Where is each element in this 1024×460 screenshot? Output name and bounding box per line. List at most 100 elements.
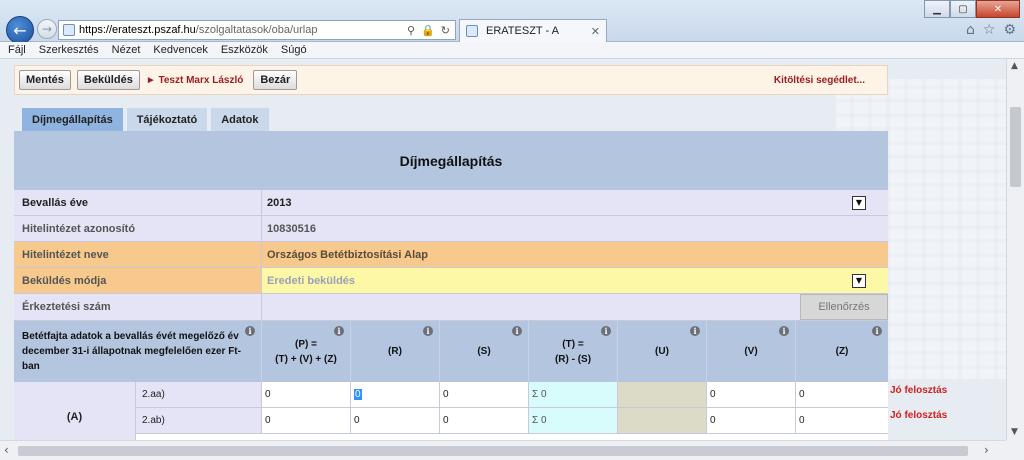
tab-page-icon xyxy=(466,25,478,37)
col-header-z: (Z) i xyxy=(796,321,888,382)
institution-name-label: Hitelintézet neve xyxy=(14,242,262,267)
helper-link[interactable]: Kitöltési segédlet... xyxy=(774,75,865,86)
year-dropdown-icon[interactable]: ▼ xyxy=(852,195,866,210)
tab-information[interactable]: Tájékoztató xyxy=(126,108,208,131)
tab-data[interactable]: Adatok xyxy=(211,108,269,131)
cell-v[interactable]: 0 xyxy=(707,408,796,433)
cell-v[interactable]: 0 xyxy=(707,382,796,407)
year-row: Bevallás éve 2013 ▼ xyxy=(14,190,888,216)
tab-close-icon[interactable]: ✕ xyxy=(591,25,600,38)
close-button[interactable]: Bezár xyxy=(253,70,298,90)
menu-view[interactable]: Nézet xyxy=(112,44,141,56)
section-a-label: (A) xyxy=(14,382,136,440)
scroll-left-icon[interactable]: ‹ xyxy=(4,443,9,457)
info-icon[interactable]: i xyxy=(872,326,882,336)
info-icon[interactable]: i xyxy=(512,326,522,336)
horizontal-scrollbar[interactable]: ‹ › xyxy=(0,440,1006,460)
favorites-star-icon[interactable]: ☆ xyxy=(983,22,996,38)
horizontal-scroll-thumb[interactable] xyxy=(18,446,968,456)
scroll-down-icon[interactable]: ▼ xyxy=(1011,427,1018,437)
info-icon[interactable]: i xyxy=(245,326,255,336)
form-title: Díjmegállapítás xyxy=(14,131,888,190)
browser-tool-icons: ⌂ ☆ ⚙ xyxy=(966,22,1016,38)
col-header-v: (V) i xyxy=(707,321,796,382)
cell-t-sum: Σ 0 xyxy=(529,382,618,407)
menu-help[interactable]: Súgó xyxy=(281,44,307,56)
info-icon[interactable]: i xyxy=(601,326,611,336)
home-icon[interactable]: ⌂ xyxy=(966,22,975,38)
cell-u-disabled xyxy=(618,382,707,407)
col-header-t: (T) = (R) - (S) i xyxy=(529,321,618,382)
lock-icon[interactable]: 🔒 xyxy=(421,24,435,37)
browser-titlebar: ← → https://erateszt.pszaf.hu/szolgaltat… xyxy=(0,0,1024,44)
cell-p[interactable]: 0 xyxy=(262,382,351,407)
minimize-icon[interactable]: ▁ xyxy=(924,0,950,18)
scroll-right-icon[interactable]: › xyxy=(984,443,989,457)
back-arrow-icon[interactable]: ← xyxy=(6,16,34,44)
cell-t-sum: Σ 0 xyxy=(529,408,618,433)
settings-gear-icon[interactable]: ⚙ xyxy=(1003,22,1016,38)
window-controls: ▁ ▢ ✕ xyxy=(924,0,1020,18)
check-button[interactable]: Ellenőrzés xyxy=(800,294,888,320)
scroll-corner xyxy=(1006,440,1024,460)
close-window-icon[interactable]: ✕ xyxy=(976,0,1020,18)
submit-button[interactable]: Beküldés xyxy=(76,70,140,90)
status-message: Jó felosztás xyxy=(890,410,948,421)
status-message: Jó felosztás xyxy=(890,385,948,396)
scroll-up-icon[interactable]: ▲ xyxy=(1011,61,1018,71)
institution-id-row: Hitelintézet azonosító 10830516 xyxy=(14,216,888,242)
menu-favorites[interactable]: Kedvencek xyxy=(153,44,207,56)
refresh-icon[interactable]: ↻ xyxy=(441,24,450,37)
mode-dropdown-icon[interactable]: ▼ xyxy=(852,273,866,288)
institution-id-value: 10830516 xyxy=(262,216,888,241)
row-code: 2.ab) xyxy=(136,408,262,433)
menu-file[interactable]: Fájl xyxy=(8,44,26,56)
row-code: 2.aa) xyxy=(136,382,262,407)
cell-u-disabled xyxy=(618,408,707,433)
year-value: 2013 xyxy=(267,196,292,209)
maximize-icon[interactable]: ▢ xyxy=(950,0,976,18)
submission-mode-value: Eredeti beküldés xyxy=(267,274,356,287)
cell-r[interactable]: 0 xyxy=(351,408,440,433)
vertical-scroll-thumb[interactable] xyxy=(1010,107,1021,187)
cell-p[interactable]: 0 xyxy=(262,408,351,433)
cell-s[interactable]: 0 xyxy=(440,382,529,407)
col-header-s: (S) i xyxy=(440,321,529,382)
table-row: 2.aa) 0 0 0 Σ 0 0 0 xyxy=(136,382,888,408)
cell-r[interactable]: 0 xyxy=(351,382,440,407)
col-header-p: (P) = (T) + (V) + (Z) i xyxy=(262,321,351,382)
cell-z[interactable]: 0 xyxy=(796,408,888,433)
cell-s[interactable]: 0 xyxy=(440,408,529,433)
institution-name-value: Országos Betétbiztosítási Alap xyxy=(262,242,888,267)
menu-edit[interactable]: Szerkesztés xyxy=(39,44,99,56)
form-panel: Díjmegállapítás Bevallás éve 2013 ▼ Hite… xyxy=(14,131,888,440)
menu-bar: Fájl Szerkesztés Nézet Kedvencek Eszközö… xyxy=(0,42,1024,59)
forward-arrow-icon[interactable]: → xyxy=(37,19,57,39)
menu-tools[interactable]: Eszközök xyxy=(221,44,268,56)
institution-name-row: Hitelintézet neve Országos Betétbiztosít… xyxy=(14,242,888,268)
save-button[interactable]: Mentés xyxy=(19,70,71,90)
info-icon[interactable]: i xyxy=(423,326,433,336)
cell-z[interactable]: 0 xyxy=(796,382,888,407)
url-text[interactable]: https://erateszt.pszaf.hu/szolgaltatasok… xyxy=(79,24,317,36)
user-label: ► Teszt Marx László xyxy=(145,74,244,86)
institution-id-label: Hitelintézet azonosító xyxy=(14,216,262,241)
page-icon xyxy=(63,24,75,36)
info-icon[interactable]: i xyxy=(690,326,700,336)
grid-first-header: Betétfajta adatok a bevallás évét megelő… xyxy=(14,321,262,382)
form-tabs: Díjmegállapítás Tájékoztató Adatok xyxy=(22,108,269,131)
vertical-scrollbar[interactable]: ▲ ▼ xyxy=(1006,59,1024,440)
address-bar[interactable]: https://erateszt.pszaf.hu/szolgaltatasok… xyxy=(58,20,456,40)
registration-number-label: Érkeztetési szám xyxy=(14,294,262,320)
info-icon[interactable]: i xyxy=(334,326,344,336)
table-row: 2.ab) 0 0 0 Σ 0 0 0 xyxy=(136,408,888,434)
browser-tab[interactable]: ERATESZT - A ✕ xyxy=(459,19,607,42)
info-icon[interactable]: i xyxy=(779,326,789,336)
tab-fee-calculation[interactable]: Díjmegállapítás xyxy=(22,108,123,131)
tab-title: ERATESZT - A xyxy=(486,25,559,37)
year-label: Bevallás éve xyxy=(14,190,262,215)
submission-mode-row: Beküldés módja Eredeti beküldés ▼ xyxy=(14,268,888,294)
submission-mode-select[interactable]: Eredeti beküldés ▼ xyxy=(262,268,888,293)
search-icon[interactable]: ⚲ xyxy=(407,24,415,37)
form-toolbar: Mentés Beküldés ► Teszt Marx László Bezá… xyxy=(14,65,888,95)
